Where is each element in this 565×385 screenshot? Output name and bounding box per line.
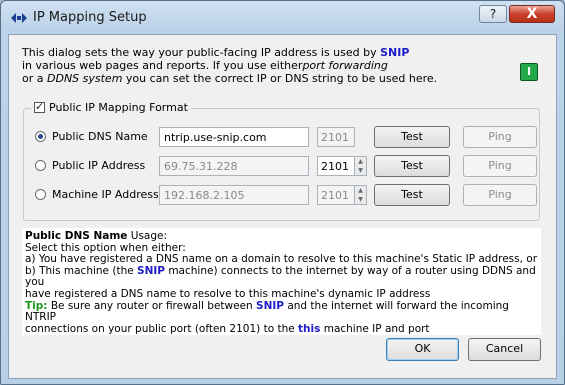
dialog-body: This dialog sets the way your public-fac… [8,34,557,379]
machine-ip-test-button[interactable]: Test [374,184,450,206]
intro-text: This dialog sets the way your public-fac… [22,46,492,85]
machine-ip-ping-button: Ping [463,184,537,206]
radio-machine-ip[interactable] [35,189,46,200]
intro-line-1: This dialog sets the way your public-fac… [22,46,381,59]
port-forwarding-text: port forwarding [302,59,388,72]
public-ip-port[interactable]: 2101 [317,156,355,176]
row-public-dns: Public DNS Name ntrip.use-snip.com 2101 … [33,126,537,148]
usage-title: Public DNS Name [25,230,128,242]
public-dns-ping-button: Ping [463,126,537,148]
tip-label: Tip: [25,299,48,312]
public-ip-label: Public IP Address [52,159,146,172]
dialog-window: IP Mapping Setup ? X This dialog sets th… [0,0,565,385]
mapping-group-label: Public IP Mapping Format [49,101,188,114]
public-ip-ping-button: Ping [463,155,537,177]
snip-name: SNIP [380,46,410,59]
radio-public-ip[interactable] [35,160,46,171]
usage-this: this [298,322,321,335]
public-ip-input: 69.75.31.228 [159,156,309,176]
machine-ip-port: 2101 [317,185,355,205]
mapping-format-toggle[interactable]: Public IP Mapping Format [31,100,191,114]
row-machine-ip: Machine IP Address 192.168.2.105 2101 ▲ ▼… [33,184,537,206]
machine-ip-input: 192.168.2.105 [159,185,309,205]
usage-line-1: Select this option when either: [25,241,186,254]
usage-line-5a: Be sure any router or firewall between [47,299,257,312]
usage-description: Public DNS Name Usage: Select this optio… [22,228,541,335]
usage-line-4: have registered a DNS name to resolve to… [25,287,431,300]
public-ip-test-button[interactable]: Test [374,155,450,177]
intro-line-2: in various web pages and reports. If you… [22,59,303,72]
intro-line-3a: or a [22,72,47,85]
usage-snip-2: SNIP [256,299,284,312]
usage-line-3a: b) This machine (the [25,264,138,277]
machine-ip-label: Machine IP Address [52,188,159,201]
app-icon [11,13,27,23]
row-public-ip: Public IP Address 69.75.31.228 2101 ▲ ▼ T… [33,155,537,177]
help-button[interactable]: ? [479,5,507,23]
public-dns-test-button[interactable]: Test [374,126,450,148]
radio-public-dns[interactable] [35,131,46,142]
public-dns-label: Public DNS Name [52,130,148,143]
usage-line-6a: connections on your public port (often 2… [25,322,299,335]
status-indicator: I [520,63,538,81]
usage-title-suffix: Usage: [127,230,168,242]
public-dns-port: 2101 [317,127,355,147]
ddns-text: DDNS system [47,72,123,85]
usage-snip-1: SNIP [137,264,165,277]
usage-line-6c: machine IP and port [320,322,430,335]
ok-button[interactable]: OK [386,338,459,361]
public-dns-input[interactable]: ntrip.use-snip.com [159,127,309,147]
intro-line-3c: you can set the correct IP or DNS string… [122,72,438,85]
window-title: IP Mapping Setup [33,10,147,25]
machine-ip-port-spinner: ▲ ▼ [354,185,367,205]
title-bar[interactable]: IP Mapping Setup ? X [1,1,564,35]
close-button[interactable]: X [509,5,555,23]
cancel-button[interactable]: Cancel [468,338,541,361]
mapping-checkbox[interactable] [34,100,45,113]
usage-line-2: a) You have registered a DNS name on a d… [25,253,538,266]
public-ip-port-spinner[interactable]: ▲ ▼ [354,156,367,176]
